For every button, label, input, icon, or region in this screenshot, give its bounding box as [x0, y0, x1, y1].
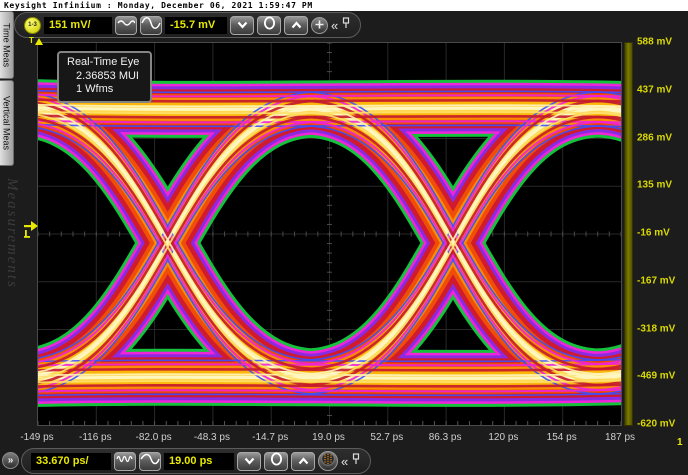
knob-icon [321, 451, 335, 471]
y-axis-label: 135 mV [637, 179, 673, 191]
timebase-expand-button[interactable] [139, 451, 161, 471]
vertical-offset-field[interactable]: -15.7 mV [165, 16, 227, 34]
x-axis-label: -14.7 ps [252, 432, 289, 443]
x-axis-label: 86.3 ps [428, 432, 462, 443]
x-axis-label: 154 ps [546, 432, 577, 443]
title-bar: Keysight Infiniium : Monday, December 06… [0, 0, 688, 11]
offset-zero-button[interactable] [257, 15, 281, 35]
y-axis-label: -167 mV [637, 275, 676, 287]
plus-icon [315, 16, 324, 34]
chevron-up-icon [291, 16, 302, 34]
timebase-compress-button[interactable] [114, 451, 136, 471]
position-left-button[interactable] [237, 451, 261, 471]
collapse-toolbar-button[interactable]: « [331, 19, 338, 32]
x-axis-label: 187 ps [604, 432, 636, 443]
chevron-down-icon [237, 16, 248, 34]
chevron-down-icon [244, 452, 255, 470]
eye-info-wfms: 1 Wfms [76, 83, 114, 95]
x-axis-label: -149 ps [20, 432, 54, 443]
y-axis-label: 286 mV [637, 132, 673, 143]
vertical-scale-increase-button[interactable] [140, 15, 162, 35]
x-axis-label: 19.0 ps [312, 432, 345, 443]
x-axis-label: -116 ps [78, 432, 112, 443]
y-axis-label: -318 mV [637, 323, 676, 334]
compressed-sine-icon [116, 452, 134, 470]
y-axis-label: 588 mV [637, 36, 673, 48]
large-sine-icon [141, 16, 161, 35]
channel-ground-marker[interactable] [24, 217, 39, 246]
eye-info-title: Real-Time Eye [67, 56, 140, 68]
x-axis-label: 120 ps [488, 432, 519, 443]
sidebar-tab-time-meas[interactable]: Time Meas [0, 11, 14, 79]
position-zero-button[interactable] [264, 451, 288, 471]
collapse-toolbar-button[interactable]: « [341, 455, 348, 468]
circle-icon [270, 452, 283, 471]
wide-sine-icon [140, 452, 160, 471]
timebase-scale-field[interactable]: 33.670 ps/ [31, 452, 111, 470]
timebase-toolbar: 33.670 ps/ 19.00 ps « [21, 448, 372, 474]
x-axis-label: -48.3 ps [193, 432, 230, 443]
trigger-label: T [29, 36, 34, 45]
measurements-watermark: Measurements [4, 178, 20, 289]
sidebar-tab-label: Vertical Meas [1, 95, 12, 151]
circle-icon [263, 16, 276, 35]
timebase-position-field[interactable]: 19.00 ps [164, 452, 234, 470]
y-axis-label: -620 mV [637, 418, 676, 430]
add-button[interactable] [311, 16, 328, 34]
channel-toolbar: 1-3 151 mV/ -15.7 mV « [14, 12, 362, 38]
pin-icon[interactable] [341, 16, 351, 34]
channel-badge-1-3[interactable]: 1-3 [24, 16, 41, 34]
y-axis-label: -469 mV [637, 370, 676, 382]
vertical-scale-field[interactable]: 151 mV/ [44, 16, 112, 34]
y-axis-label: -16 mV [637, 227, 670, 239]
pin-icon[interactable] [351, 452, 361, 470]
eye-info-mui: 2.36853 MUI [76, 69, 139, 82]
real-time-eye-info-box: Real-Time Eye 2.36853 MUI 1 Wfms [57, 51, 153, 103]
sidebar-tab-vertical-meas[interactable]: Vertical Meas [0, 80, 14, 166]
x-axis-label: -82.0 ps [135, 432, 172, 443]
x-axis-label: 52.7 ps [370, 432, 404, 443]
trigger-time-marker[interactable]: T [29, 36, 43, 45]
position-right-button[interactable] [291, 451, 315, 471]
chevron-up-icon [298, 452, 309, 470]
trigger-triangle-icon [34, 38, 43, 45]
offset-up-button[interactable] [284, 15, 308, 35]
sidebar-tab-label: Time Meas [1, 22, 12, 68]
offset-down-button[interactable] [230, 15, 254, 35]
knob-button[interactable] [318, 451, 338, 471]
vertical-axis-bar[interactable] [624, 42, 633, 426]
channel-1-indicator: 1 [677, 437, 683, 448]
small-sine-icon [117, 16, 136, 34]
vertical-scale-decrease-button[interactable] [115, 15, 137, 35]
expand-panel-button[interactable]: » [2, 452, 19, 469]
y-axis-label: 437 mV [637, 84, 673, 96]
